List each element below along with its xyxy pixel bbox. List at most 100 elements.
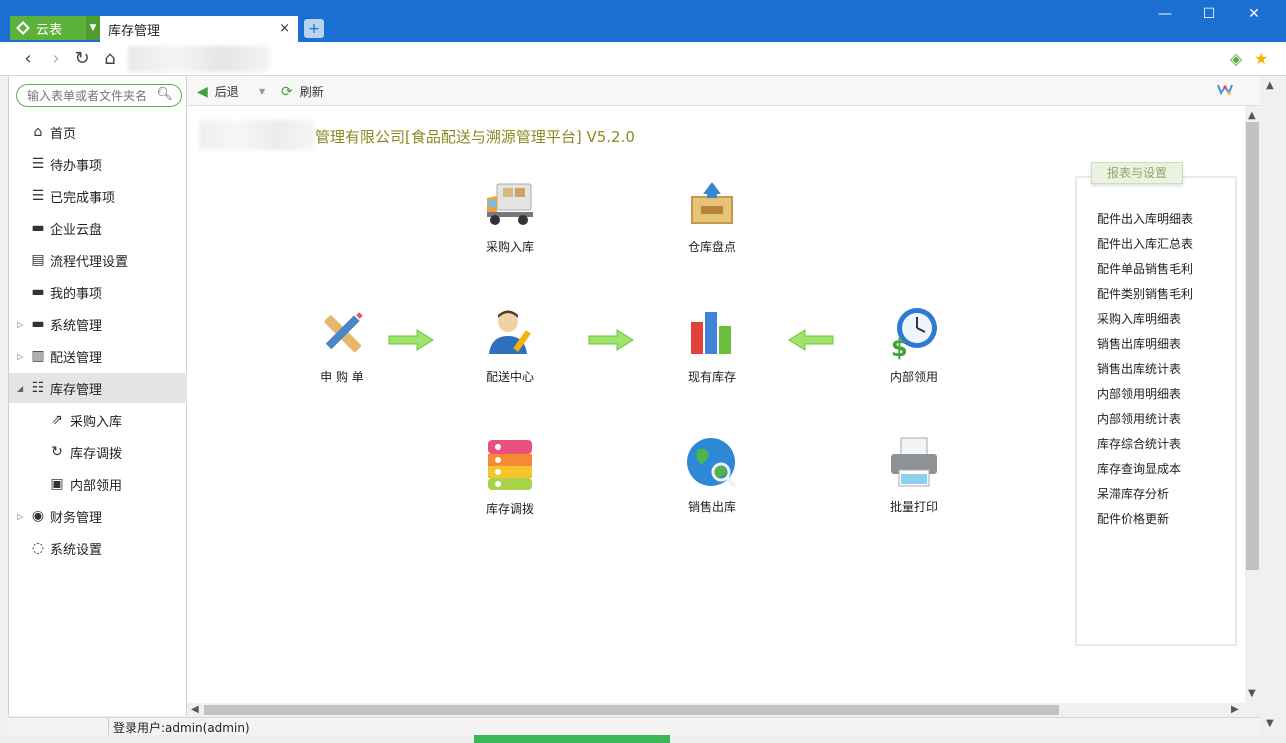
person-pencil-icon — [489, 310, 531, 354]
bar-chart-icon: ▥ — [31, 348, 45, 364]
flow-label: 内部领用 — [889, 370, 938, 384]
svg-text:$: $ — [891, 334, 908, 360]
sidebar-item-todo[interactable]: ☰ 待办事项 — [9, 149, 187, 179]
report-link[interactable]: 配件出入库明细表 — [1097, 210, 1193, 227]
sidebar-item-done[interactable]: ☰ 已完成事项 — [9, 181, 187, 211]
flow-stock-transfer[interactable]: 库存调拨 — [465, 438, 555, 517]
report-link[interactable]: 呆滞库存分析 — [1097, 485, 1169, 502]
sidebar-item-cloud-drive[interactable]: ▬ 企业云盘 — [9, 213, 187, 243]
scroll-left-icon[interactable]: ◀ — [191, 704, 199, 715]
flow-internal-use[interactable]: $ 内部领用 — [869, 306, 959, 385]
report-link[interactable]: 配件单品销售毛利 — [1097, 260, 1193, 277]
bar-chart-icon — [691, 312, 731, 354]
report-link[interactable]: 配件价格更新 — [1097, 510, 1169, 527]
outer-scroll-up-icon[interactable]: ▲ — [1266, 80, 1274, 91]
flow-purchase-in[interactable]: 采购入库 — [465, 176, 555, 255]
status-divider — [108, 718, 109, 736]
scroll-up-icon[interactable]: ▲ — [1248, 110, 1256, 121]
report-link[interactable]: 库存综合统计表 — [1097, 435, 1181, 452]
sidebar-item-inventory[interactable]: ◢ ☷ 库存管理 — [9, 373, 187, 403]
bottom-green-button[interactable] — [474, 735, 670, 743]
report-link[interactable]: 内部领用统计表 — [1097, 410, 1181, 427]
horizontal-scroll-thumb[interactable] — [204, 705, 1059, 715]
report-link[interactable]: 库存查询显成本 — [1097, 460, 1181, 477]
toolbar-menu-icon[interactable] — [1217, 83, 1233, 95]
database-icon: ☷ — [31, 380, 45, 396]
report-link[interactable]: 销售出库统计表 — [1097, 360, 1181, 377]
sidebar-item-label: 系统管理 — [50, 318, 103, 334]
minimize-button[interactable]: — — [1154, 6, 1176, 26]
search-input[interactable] — [27, 88, 147, 103]
close-window-button[interactable]: ✕ — [1243, 6, 1265, 26]
report-link[interactable]: 内部领用明细表 — [1097, 385, 1181, 402]
main-content: 管理有限公司[食品配送与溯源管理平台] V5.2.0 采购入库 仓库盘点 申 购… — [187, 106, 1245, 703]
collapse-arrow-icon[interactable]: ◢ — [17, 384, 23, 393]
flow-arrow-left-icon — [788, 329, 834, 351]
report-link[interactable]: 采购入库明细表 — [1097, 310, 1181, 327]
sidebar-item-finance[interactable]: ▷ ◉ 财务管理 — [9, 501, 187, 531]
sidebar-item-label: 待办事项 — [50, 158, 103, 174]
list-icon: ☰ — [31, 188, 45, 204]
sidebar-item-stock-transfer[interactable]: ↻ 库存调拨 — [9, 437, 187, 467]
sidebar-item-label: 我的事项 — [50, 286, 103, 302]
new-tab-button[interactable]: + — [304, 19, 324, 38]
sidebar-item-label: 已完成事项 — [50, 190, 116, 206]
refresh-icon: ⟳ — [281, 83, 293, 100]
back-arrow-icon: ◀ — [197, 83, 208, 100]
yunbiao-small-icon[interactable]: ◈ — [1230, 49, 1242, 68]
flow-batch-print[interactable]: 批量打印 — [869, 436, 959, 515]
flow-requisition[interactable]: 申 购 单 — [297, 306, 387, 385]
search-box[interactable]: 🔍︎ — [16, 84, 182, 107]
sidebar-item-label: 配送管理 — [50, 350, 103, 366]
flow-distribution-center[interactable]: 配送中心 — [465, 306, 555, 385]
report-link[interactable]: 配件出入库汇总表 — [1097, 235, 1193, 252]
back-arrow-icon[interactable]: ‹ — [18, 48, 38, 70]
truck-icon — [487, 183, 533, 225]
outer-scroll-down-icon[interactable]: ▼ — [1266, 718, 1274, 729]
expand-arrow-icon[interactable]: ▷ — [17, 352, 23, 361]
flow-sales-out[interactable]: 销售出库 — [667, 436, 757, 515]
printer-icon — [891, 437, 937, 487]
reports-panel: 报表与设置 配件出入库明细表 配件出入库汇总表 配件单品销售毛利 配件类别销售毛… — [1075, 162, 1237, 646]
vertical-scroll-thumb[interactable] — [1246, 122, 1259, 570]
flow-label: 配送中心 — [485, 370, 534, 384]
sidebar-item-home[interactable]: ⌂ 首页 — [9, 117, 187, 147]
forward-arrow-icon[interactable]: › — [46, 48, 66, 70]
tab-close-icon[interactable]: × — [279, 21, 290, 36]
money-bag-icon: ◉ — [31, 508, 45, 524]
expand-arrow-icon[interactable]: ▷ — [17, 512, 23, 521]
flow-inventory-check[interactable]: 仓库盘点 — [667, 176, 757, 255]
sidebar-item-purchase-in[interactable]: ⇗ 采购入库 — [9, 405, 187, 435]
flow-label: 申 购 单 — [320, 370, 364, 384]
tab-inventory[interactable]: 库存管理 × — [100, 16, 298, 42]
login-user-status: 登录用户:admin(admin) — [113, 721, 250, 735]
flow-current-stock[interactable]: 现有库存 — [667, 306, 757, 385]
sidebar-item-flow-proxy[interactable]: ▤ 流程代理设置 — [9, 245, 187, 275]
sidebar-item-label: 采购入库 — [70, 414, 123, 430]
expand-arrow-icon[interactable]: ▷ — [17, 320, 23, 329]
search-icon[interactable]: 🔍︎ — [156, 87, 173, 102]
report-link[interactable]: 配件类别销售毛利 — [1097, 285, 1193, 302]
home-icon[interactable]: ⌂ — [100, 48, 120, 70]
back-dropdown-icon[interactable]: ▼ — [259, 87, 265, 96]
scroll-down-icon[interactable]: ▼ — [1248, 688, 1256, 699]
app-menu-dropdown-icon[interactable]: ▼ — [86, 16, 100, 40]
sidebar: 🔍︎ ⌂ 首页 ☰ 待办事项 ☰ 已完成事项 ▬ 企业云盘 ▤ 流程代理设置 ▬… — [8, 76, 187, 716]
reload-icon[interactable]: ↻ — [72, 48, 92, 70]
refresh-button[interactable]: ⟳ 刷新 — [281, 83, 324, 100]
report-link[interactable]: 销售出库明细表 — [1097, 335, 1181, 352]
globe-search-icon — [687, 438, 737, 488]
favorite-star-icon[interactable]: ★ — [1254, 49, 1268, 68]
sidebar-item-distribution[interactable]: ▷ ▥ 配送管理 — [9, 341, 187, 371]
sidebar-item-system-settings[interactable]: ◌ 系统设置 — [9, 533, 187, 563]
flow-label: 销售出库 — [687, 500, 736, 514]
back-button[interactable]: ◀ 后退 — [197, 83, 239, 100]
flow-arrow-right-icon — [388, 329, 434, 351]
address-url-redacted[interactable] — [128, 46, 270, 72]
sidebar-item-system-management[interactable]: ▷ ▬ 系统管理 — [9, 309, 187, 339]
maximize-button[interactable]: ☐ — [1198, 6, 1220, 26]
sidebar-item-internal-use[interactable]: ▣ 内部领用 — [9, 469, 187, 499]
outer-right-edge — [1260, 76, 1286, 736]
scroll-right-icon[interactable]: ▶ — [1231, 704, 1239, 715]
sidebar-item-my-items[interactable]: ▬ 我的事项 — [9, 277, 187, 307]
